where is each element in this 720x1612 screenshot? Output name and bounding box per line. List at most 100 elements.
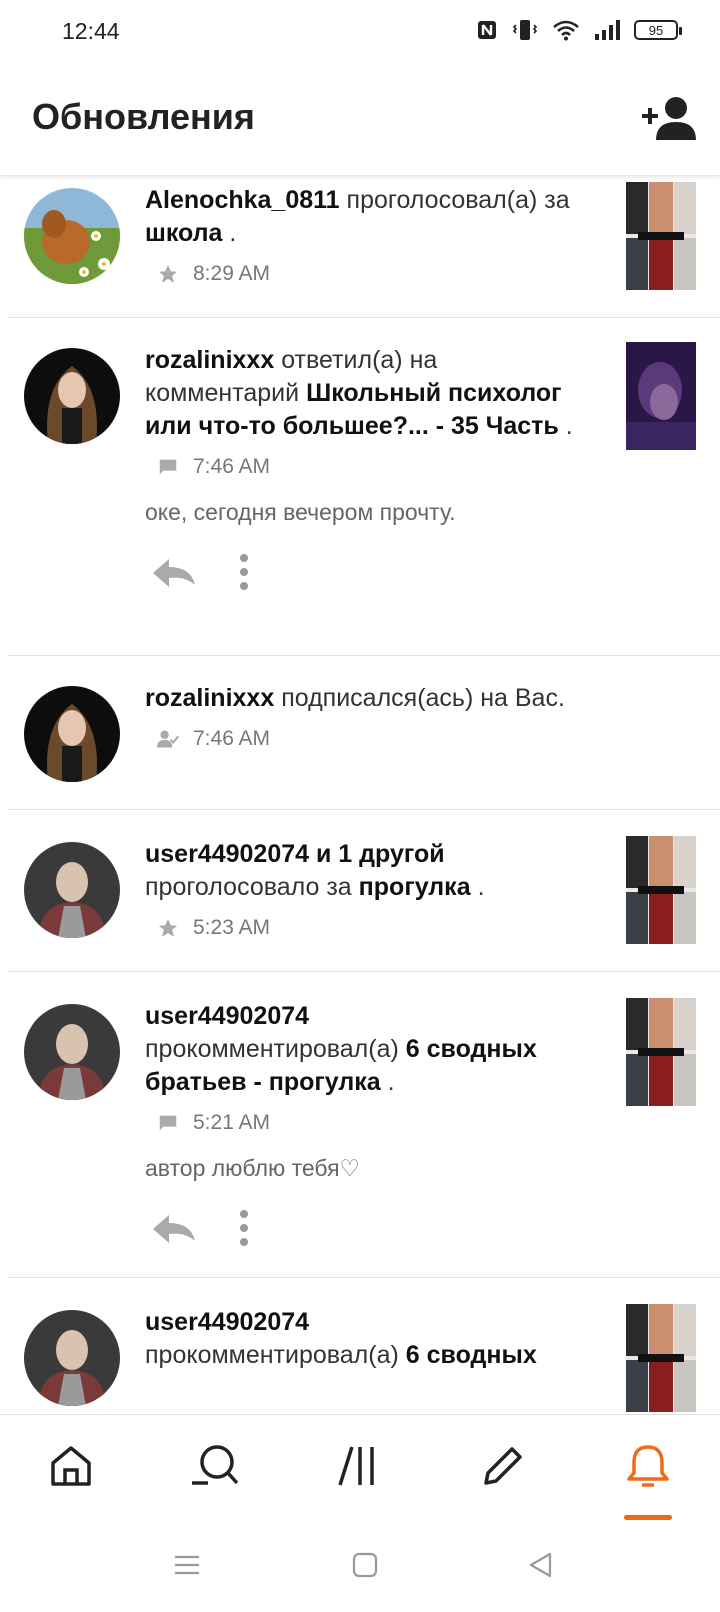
app-header: Обновления <box>0 66 720 176</box>
more-vertical-icon <box>240 554 248 590</box>
star-icon <box>157 263 179 285</box>
add-person-icon <box>642 97 696 140</box>
home-square-icon <box>352 1552 378 1578</box>
notification-item[interactable]: rozalinixxx ответил(а) на комментарий Шк… <box>8 318 720 656</box>
notification-meta: 5:21 AM <box>157 1109 595 1137</box>
story-cover-thumbnail[interactable] <box>626 836 696 944</box>
comment-icon <box>157 1112 179 1134</box>
system-menu-button[interactable] <box>172 1550 204 1582</box>
more-options-button[interactable] <box>239 553 249 591</box>
action-text: проголосовал(а) за <box>346 186 570 214</box>
suffix-text: . <box>229 219 237 247</box>
reply-icon <box>153 1215 195 1243</box>
status-icons: 95 <box>476 18 682 42</box>
avatar[interactable] <box>24 1004 120 1100</box>
library-icon <box>338 1446 374 1486</box>
username-link[interactable]: user44902074 <box>145 1002 309 1030</box>
notification-item[interactable]: user44902074 прокомментировал(а) 6 сводн… <box>8 972 720 1278</box>
reply-button[interactable] <box>151 1213 197 1245</box>
vibrate-icon <box>512 20 538 40</box>
avatar[interactable] <box>24 1310 120 1406</box>
action-text: проголосовало за <box>145 873 352 901</box>
notification-text: Alenochka_0811 проголосовал(а) за школа … <box>145 184 595 250</box>
story-cover-thumbnail[interactable] <box>626 182 696 290</box>
system-navigation-bar <box>0 1520 720 1612</box>
suffix-text: . <box>477 873 485 901</box>
notification-meta: 7:46 AM <box>157 453 595 481</box>
story-link[interactable]: 6 сводных <box>406 1341 537 1369</box>
notification-time: 7:46 AM <box>193 727 271 750</box>
bottom-navigation <box>0 1414 720 1520</box>
notification-text: user44902074 прокомментировал(а) 6 сводн… <box>145 1306 595 1372</box>
avatar[interactable] <box>24 188 120 284</box>
add-friend-button[interactable] <box>640 94 698 144</box>
nav-notifications[interactable] <box>624 1443 674 1493</box>
action-text: подписался(ась) на Вас. <box>281 684 565 712</box>
suffix-text: . <box>387 1068 395 1096</box>
notifications-bell-icon <box>627 1445 669 1487</box>
more-options-button[interactable] <box>239 1209 249 1247</box>
notification-time: 7:46 AM <box>193 455 271 478</box>
notification-time: 8:29 AM <box>193 262 271 285</box>
wifi-icon <box>553 20 579 41</box>
follower-icon <box>157 728 179 750</box>
write-icon <box>484 1447 522 1485</box>
notification-time: 5:23 AM <box>193 916 271 939</box>
username-link[interactable]: user44902074 и 1 другой <box>145 840 445 868</box>
notification-item[interactable]: Alenochka_0811 проголосовал(а) за школа … <box>8 176 720 318</box>
battery-indicator: 95 <box>634 20 682 40</box>
avatar[interactable] <box>24 842 120 938</box>
comment-icon <box>157 456 179 478</box>
notification-text: rozalinixxx ответил(а) на комментарий Шк… <box>145 344 595 443</box>
notification-item[interactable]: user44902074 и 1 другой проголосовало за… <box>8 810 720 972</box>
reply-icon <box>153 559 195 587</box>
signal-icon <box>595 20 620 40</box>
notification-text: user44902074 прокомментировал(а) 6 сводн… <box>145 1000 595 1099</box>
username-link[interactable]: user44902074 <box>145 1308 309 1336</box>
username-link[interactable]: rozalinixxx <box>145 684 274 712</box>
back-triangle-icon <box>529 1552 552 1578</box>
status-time: 12:44 <box>62 18 120 44</box>
more-vertical-icon <box>240 1210 248 1246</box>
nav-home[interactable] <box>48 1443 98 1493</box>
notification-text: user44902074 и 1 другой проголосовало за… <box>145 838 595 904</box>
reply-button[interactable] <box>151 557 197 589</box>
notification-time: 5:21 AM <box>193 1111 271 1134</box>
action-text: прокомментировал(а) <box>145 1341 399 1369</box>
notification-item[interactable]: rozalinixxx подписался(ась) на Вас. 7:46… <box>8 656 720 810</box>
notification-meta: 7:46 AM <box>157 725 595 753</box>
notification-item[interactable]: user44902074 прокомментировал(а) 6 сводн… <box>8 1278 720 1414</box>
nfc-icon <box>478 21 496 39</box>
story-link[interactable]: школа <box>145 219 222 247</box>
nav-library[interactable] <box>338 1443 388 1493</box>
notification-meta: 5:23 AM <box>157 914 595 942</box>
star-icon <box>157 917 179 939</box>
notification-meta: 8:29 AM <box>157 260 595 288</box>
story-cover-thumbnail[interactable] <box>626 1304 696 1412</box>
avatar[interactable] <box>24 348 120 444</box>
status-bar: 12:44 95 <box>0 0 720 66</box>
story-cover-thumbnail[interactable] <box>626 342 696 450</box>
comment-actions <box>145 1210 595 1253</box>
suffix-text: . <box>565 412 573 440</box>
comment-text: автор люблю тебя♡ <box>145 1155 361 1181</box>
home-icon <box>51 1446 91 1486</box>
system-home-button[interactable] <box>350 1550 382 1582</box>
comment-text: оке, сегодня вечером прочту. <box>145 499 456 525</box>
system-back-button[interactable] <box>526 1550 558 1582</box>
story-link[interactable]: прогулка <box>359 873 471 901</box>
notification-text: rozalinixxx подписался(ась) на Вас. <box>145 682 595 715</box>
nav-search[interactable] <box>190 1443 240 1493</box>
action-text: прокомментировал(а) <box>145 1035 399 1063</box>
nav-write[interactable] <box>480 1443 530 1493</box>
story-cover-thumbnail[interactable] <box>626 998 696 1106</box>
avatar[interactable] <box>24 686 120 782</box>
username-link[interactable]: Alenochka_0811 <box>145 186 340 214</box>
search-icon <box>192 1445 239 1485</box>
page-title: Обновления <box>32 96 255 137</box>
username-link[interactable]: rozalinixxx <box>145 346 274 374</box>
notification-feed[interactable]: Alenochka_0811 проголосовал(а) за школа … <box>0 176 720 1414</box>
comment-actions <box>145 554 595 597</box>
battery-level: 95 <box>648 22 664 38</box>
menu-icon <box>175 1555 199 1575</box>
